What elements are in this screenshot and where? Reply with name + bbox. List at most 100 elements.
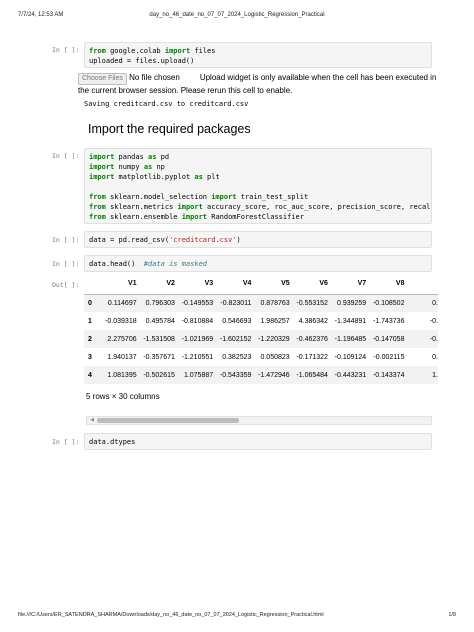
table-cell: -0.462376	[296, 335, 328, 343]
table-cell: 0.114697	[107, 299, 137, 307]
column-header: V5	[251, 274, 290, 295]
code-keyword: from	[89, 193, 106, 201]
scroll-left-icon[interactable]: ◀	[88, 417, 96, 424]
code-keyword: from	[89, 47, 106, 55]
table-cell: -0.002115	[373, 353, 405, 361]
table-row: 0 0.114697 0.796303 -0.149553 -0.823011 …	[84, 294, 438, 312]
cell2-code[interactable]: import pandas as pd import numpy as np i…	[84, 148, 432, 224]
choose-files-button[interactable]: Choose Files	[78, 73, 127, 85]
code-keyword: import	[164, 47, 191, 55]
table-cell: -0.	[429, 317, 438, 325]
code-text: np	[152, 163, 165, 171]
dataframe-table: V1 V2 V3 V4 V5 V6 V7 V8 0 0.114697 0.796…	[84, 274, 438, 384]
table-cell: -0.443231	[334, 371, 367, 379]
table-cell: -0.147058	[372, 335, 405, 343]
table-cell: 0.382523	[222, 353, 252, 361]
print-doc-title: day_no_46_date_no_07_07_2024_Logistic_Re…	[149, 12, 325, 18]
table-cell: 1.075887	[183, 371, 214, 379]
code-keyword: as	[194, 173, 203, 181]
table-cell: 0.495784	[145, 317, 175, 325]
code-text: sklearn.model_selection	[105, 193, 212, 201]
table-cell: -0.143374	[372, 371, 405, 379]
code-text: matplotlib.pyplot	[114, 173, 195, 181]
table-cell: -0.823011	[220, 299, 252, 307]
code-text: train_test_split	[236, 193, 309, 201]
column-header: V1	[98, 274, 137, 295]
table-row: 4 1.081395 -0.502615 1.075887 -0.543359 …	[84, 366, 438, 384]
column-header	[404, 274, 438, 295]
table-cell: -0.108502	[372, 299, 405, 307]
code-text: files	[190, 47, 216, 55]
cell4-prompt: In [ ]:	[52, 260, 80, 268]
table-cell: 2.275706	[107, 335, 137, 343]
code-comment: #data is masked	[143, 260, 208, 268]
column-header: V2	[136, 274, 175, 295]
table-cell: -1.743736	[372, 317, 405, 325]
column-header: V6	[289, 274, 328, 295]
horizontal-scrollbar[interactable]: ◀	[86, 416, 432, 425]
index-header	[84, 274, 99, 295]
cell3-prompt: In [ ]:	[52, 236, 80, 244]
table-cell: -0.502615	[143, 371, 175, 379]
cell1-prompt: In [ ]:	[52, 46, 80, 54]
code-text: data = pd.read_csv(	[89, 236, 170, 244]
cell5-prompt: In [ ]:	[52, 438, 80, 446]
table-cell: -0.553152	[296, 299, 328, 307]
column-header: V3	[174, 274, 214, 295]
table-row: 2 2.275706 -1.531508 -1.021969 -1.602152…	[84, 330, 438, 348]
table-cell: -0.357671	[143, 353, 175, 361]
print-page-number: 1/8	[448, 612, 456, 618]
row-index: 0	[88, 299, 92, 307]
scroll-thumb[interactable]	[97, 418, 239, 423]
table-cell: -1.210551	[181, 353, 214, 361]
row-index: 3	[88, 353, 92, 361]
table-cell: -0.109124	[334, 353, 367, 361]
row-index: 1	[88, 317, 92, 325]
code-keyword: import	[177, 203, 203, 211]
code-text: sklearn.metrics	[105, 203, 178, 211]
table-cell: -0.039318	[105, 317, 137, 325]
saving-output: Saving creditcard.csv to creditcard.csv	[84, 100, 249, 108]
code-text: plt	[202, 173, 220, 181]
code-keyword: from	[89, 213, 106, 221]
cell3-code[interactable]: data = pd.read_csv('creditcard.csv')	[84, 231, 432, 248]
cell5-code[interactable]: data.dtypes	[84, 433, 432, 450]
code-text: sklearn.ensemble	[105, 213, 182, 221]
table-cell: -0.149553	[181, 299, 214, 307]
cell4-code[interactable]: data.head() #data is masked	[84, 255, 432, 272]
print-file-path: file:///C:/Users/ER_SATENDRA_SHARMA/Down…	[18, 612, 324, 618]
table-cell: 1.986257	[260, 317, 290, 325]
code-string: 'creditcard.csv'	[169, 236, 237, 244]
table-cell: -1.065484	[296, 371, 328, 379]
section-heading: Import the required packages	[88, 122, 251, 136]
table-cell: 0.878763	[260, 299, 290, 307]
table-cell: -1.220329	[258, 335, 290, 343]
cell1-code[interactable]: from google.colab import files uploaded …	[84, 42, 432, 68]
table-cell: 4.386342	[298, 317, 328, 325]
code-text: RandomForestClassifier	[207, 213, 304, 221]
table-cell: 0.796303	[145, 299, 175, 307]
code-keyword: import	[89, 163, 115, 171]
row-index: 2	[88, 335, 92, 343]
table-row: 1 -0.039318 0.495784 -0.810884 0.546693 …	[84, 312, 438, 330]
table-cell: -0.543359	[219, 371, 252, 379]
table-cell: -0.171322	[296, 353, 328, 361]
table-cell: 0.939259	[337, 299, 367, 307]
column-header: V4	[213, 274, 252, 295]
table-cell: -1.472946	[258, 371, 290, 379]
column-header: V8	[366, 274, 405, 295]
code-text: accuracy_score, roc_auc_score, precision…	[202, 203, 432, 211]
dataframe-shape: 5 rows × 30 columns	[86, 392, 160, 401]
table-cell: 0.050823	[260, 353, 290, 361]
table-cell: -1.344891	[334, 317, 367, 325]
table-cell: 0.	[432, 353, 438, 361]
table-cell: 1.081395	[107, 371, 137, 379]
upload-widget: Choose Files No file chosen Upload widge…	[78, 72, 438, 97]
row-index: 4	[88, 371, 92, 379]
code-keyword: as	[143, 163, 153, 171]
dataframe-output: V1 V2 V3 V4 V5 V6 V7 V8 0 0.114697 0.796…	[84, 274, 438, 384]
code-text: )	[236, 236, 241, 244]
code-text: numpy	[114, 163, 144, 171]
table-cell: -0.810884	[181, 317, 214, 325]
table-cell: -1.602152	[219, 335, 252, 343]
